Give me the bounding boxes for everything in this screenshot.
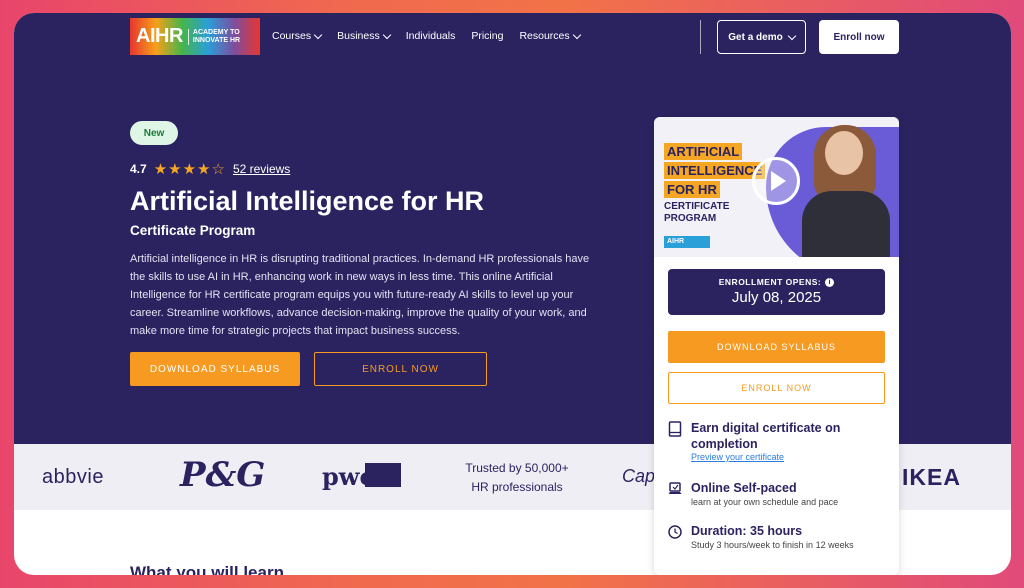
enrollment-opens-text: ENROLLMENT OPENS:	[718, 277, 822, 287]
nav-item-pricing[interactable]: Pricing	[471, 30, 503, 42]
logo-main-text: AIHR	[136, 25, 183, 47]
feature-text: Duration: 35 hours Study 3 hours/week to…	[691, 523, 854, 550]
feature-subtitle: Study 3 hours/week to finish in 12 weeks	[691, 540, 854, 550]
feature-title: Earn digital certificate on completion	[691, 421, 841, 451]
video-title-line1: ARTIFICIAL	[664, 143, 743, 160]
chevron-down-icon	[787, 31, 796, 40]
video-thumbnail[interactable]: ARTIFICIAL INTELLIGENCE FOR HR CERTIFICA…	[654, 117, 899, 257]
pg-logo: P&G	[180, 455, 266, 495]
abbvie-logo: abbvie	[42, 466, 104, 488]
get-demo-button[interactable]: Get a demo	[717, 20, 806, 54]
download-syllabus-button[interactable]: DOWNLOAD SYLLABUS	[130, 352, 300, 386]
card-enroll-now-button[interactable]: ENROLL NOW	[668, 372, 885, 404]
enrollment-opens-label: ENROLLMENT OPENS: i	[668, 277, 885, 287]
logo-sub-text: ACADEMY TO INNOVATE HR	[187, 28, 241, 45]
rating-row: 4.7 ★★★★☆ 52 reviews	[130, 160, 290, 178]
program-description: Artificial intelligence in HR is disrupt…	[130, 253, 590, 337]
logo-sub-line2: INNOVATE HR	[192, 36, 241, 44]
play-button[interactable]	[752, 157, 800, 205]
feature-title: Online Self-paced	[691, 481, 797, 495]
video-title-line2: INTELLIGENCE	[664, 162, 766, 179]
enrollment-date: July 08, 2025	[731, 289, 822, 306]
nav-item-business[interactable]: Business	[337, 30, 391, 42]
trusted-by-text: Trusted by 50,000+ HR professionals	[447, 459, 587, 497]
feature-subtitle: learn at your own schedule and pace	[691, 497, 839, 507]
enroll-now-button[interactable]: ENROLL NOW	[314, 352, 487, 386]
new-badge: New	[130, 121, 178, 145]
presenter-face	[825, 131, 863, 175]
get-demo-label: Get a demo	[728, 31, 783, 43]
pwc-logo-mark	[365, 463, 401, 487]
video-program-line1: CERTIFICATE	[664, 201, 730, 212]
nav-item-label: Resources	[519, 30, 570, 42]
presenter-body	[802, 191, 890, 257]
feature-title: Duration: 35 hours	[691, 524, 803, 538]
nav-item-label: Courses	[272, 30, 312, 42]
enrollment-card: ARTIFICIAL INTELLIGENCE FOR HR CERTIFICA…	[654, 117, 899, 575]
nav-item-resources[interactable]: Resources	[519, 30, 581, 42]
nav-item-individuals[interactable]: Individuals	[406, 30, 456, 42]
section-title-what-you-learn: What you will learn	[130, 563, 284, 575]
trusted-line1: Trusted by 50,000+	[465, 461, 569, 475]
info-icon[interactable]: i	[825, 277, 835, 287]
enrollment-date-box: ENROLLMENT OPENS: i July 08, 2025	[668, 269, 885, 315]
logo-sub-line1: ACADEMY TO	[192, 28, 240, 36]
trusted-line2: HR professionals	[471, 480, 563, 494]
main-nav: Courses Business Individuals Pricing Res…	[272, 30, 581, 42]
ikea-logo: IKEA	[902, 464, 961, 490]
feature-text: Online Self-paced learn at your own sche…	[691, 480, 838, 507]
nav-item-label: Business	[337, 30, 380, 42]
card-download-syllabus-button[interactable]: DOWNLOAD SYLLABUS	[668, 331, 885, 363]
page-title: Artificial Intelligence for HR	[130, 186, 485, 216]
feature-duration: Duration: 35 hours Study 3 hours/week to…	[668, 523, 854, 550]
reviews-link[interactable]: 52 reviews	[233, 162, 290, 176]
video-title-line3: FOR HR	[664, 181, 720, 198]
nav-item-label: Pricing	[471, 30, 504, 42]
chevron-down-icon	[572, 30, 581, 39]
nav-item-label: Individuals	[405, 30, 456, 42]
rating-value: 4.7	[130, 162, 147, 176]
star-rating-icon: ★★★★☆	[153, 161, 226, 178]
enroll-now-nav-button[interactable]: Enroll now	[819, 20, 899, 54]
chevron-down-icon	[382, 30, 391, 39]
chevron-down-icon	[313, 30, 323, 39]
preview-certificate-link[interactable]: Preview your certificate	[691, 452, 861, 462]
laptop-icon	[668, 482, 682, 494]
feature-text: Earn digital certificate on completion P…	[691, 420, 861, 462]
play-icon	[770, 171, 786, 191]
book-icon	[668, 421, 682, 437]
video-program-line2: PROGRAM	[664, 213, 717, 224]
feature-self-paced: Online Self-paced learn at your own sche…	[668, 480, 838, 507]
page-subtitle: Certificate Program	[130, 223, 256, 238]
browser-window: AIHR ACADEMY TO INNOVATE HR Courses Busi…	[14, 13, 1011, 575]
nav-divider	[700, 20, 701, 54]
feature-certificate: Earn digital certificate on completion P…	[668, 420, 861, 462]
nav-item-courses[interactable]: Courses	[272, 30, 323, 42]
aihr-logo[interactable]: AIHR ACADEMY TO INNOVATE HR	[130, 18, 260, 55]
video-aihr-badge: AIHR	[664, 236, 710, 248]
clock-icon	[668, 525, 682, 539]
